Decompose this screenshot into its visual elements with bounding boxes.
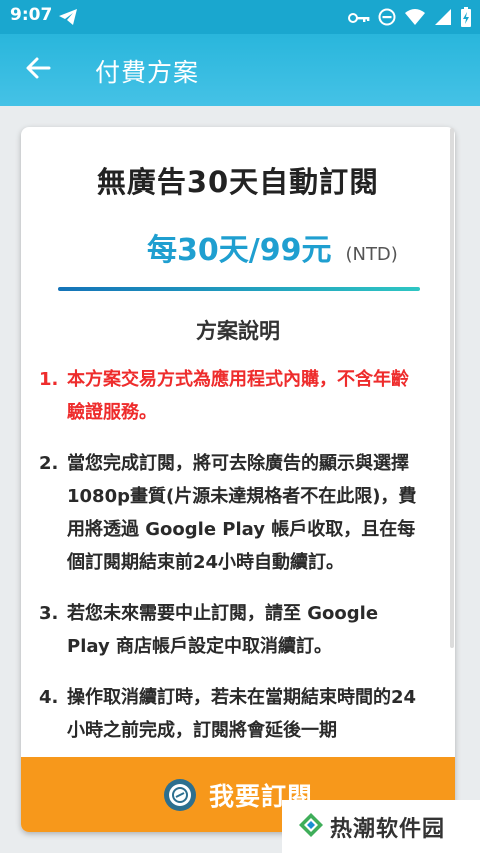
dnd-icon <box>378 8 396 30</box>
section-title: 方案說明 <box>196 319 280 343</box>
telegram-icon <box>58 8 78 30</box>
price-row: 每30天/99元 (NTD) <box>147 225 398 269</box>
scrollbar[interactable] <box>450 128 454 648</box>
term-number: 2. <box>39 453 59 474</box>
term-item: 1. 本方案交易方式為應用程式內購，不含年齡驗證服務。 <box>39 363 425 429</box>
battery-icon <box>460 7 472 31</box>
back-button[interactable] <box>18 52 58 88</box>
watermark-logo-icon <box>298 812 324 842</box>
watermark: 热潮软件园 <box>282 800 480 853</box>
term-item: 3. 若您未來需要中止訂閱，請至 Google Play 商店帳戶設定中取消續訂… <box>39 597 425 663</box>
status-icons <box>348 7 472 31</box>
wifi-icon <box>404 8 426 30</box>
plan-currency: (NTD) <box>345 244 398 265</box>
gradient-divider <box>58 287 420 291</box>
terms-list: 1. 本方案交易方式為應用程式內購，不含年齡驗證服務。 2. 當您完成訂閱，將可… <box>39 363 425 765</box>
subscribe-badge-icon <box>163 778 197 812</box>
key-icon <box>348 10 370 29</box>
term-text: 本方案交易方式為應用程式內購，不含年齡驗證服務。 <box>67 369 409 423</box>
term-number: 4. <box>39 687 59 708</box>
signal-icon <box>434 8 452 30</box>
term-item: 2. 當您完成訂閱，將可去除廣告的顯示與選擇1080p畫質(片源未達規格者不在此… <box>39 447 425 579</box>
arrow-left-icon <box>25 56 51 84</box>
plan-card: 無廣告30天自動訂閱 每30天/99元 (NTD) 方案說明 1. 本方案交易方… <box>21 127 455 832</box>
watermark-text: 热潮软件园 <box>330 816 446 842</box>
term-text: 若您未來需要中止訂閱，請至 Google Play 商店帳戶設定中取消續訂。 <box>67 603 379 657</box>
app-bar: 付費方案 <box>0 34 480 106</box>
term-text: 當您完成訂閱，將可去除廣告的顯示與選擇1080p畫質(片源未達規格者不在此限)，… <box>67 453 417 573</box>
plan-title: 無廣告30天自動訂閱 <box>96 165 380 199</box>
page-title: 付費方案 <box>95 58 200 87</box>
term-text: 操作取消續訂時，若未在當期結束時間的24小時之前完成，訂閱將會延後一期 <box>67 687 417 741</box>
term-item: 4. 操作取消續訂時，若未在當期結束時間的24小時之前完成，訂閱將會延後一期 <box>39 681 425 747</box>
term-number: 1. <box>39 369 59 390</box>
status-time: 9:07 <box>10 5 53 25</box>
status-bar: 9:07 <box>0 0 480 34</box>
plan-price: 每30天/99元 <box>147 233 332 268</box>
term-number: 3. <box>39 603 59 624</box>
